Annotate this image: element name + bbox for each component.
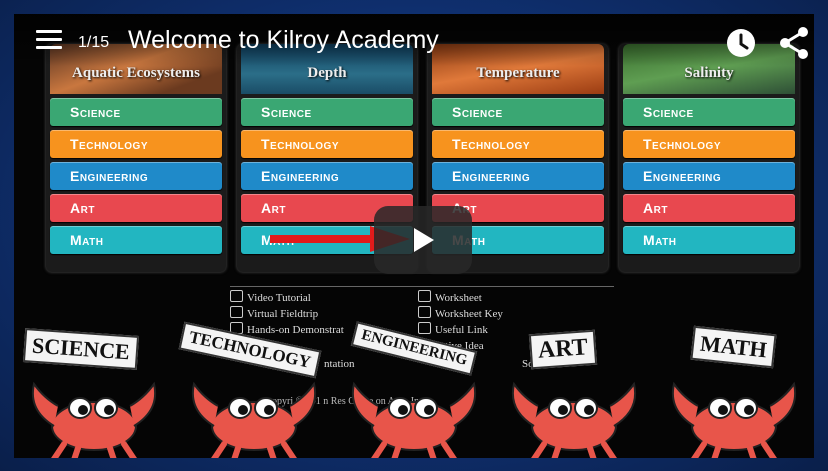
play-icon	[414, 228, 434, 252]
technology-button[interactable]: Technology	[50, 130, 222, 158]
math-button[interactable]: Math	[50, 226, 222, 254]
player-top-bar: 1/15 Welcome to Kilroy Academy	[14, 14, 814, 66]
link-icon	[418, 322, 431, 334]
binoculars-icon	[230, 306, 243, 318]
share-icon[interactable]	[778, 26, 810, 60]
math-button[interactable]: Math	[623, 226, 795, 254]
engineering-button[interactable]: Engineering	[241, 162, 413, 190]
technology-button[interactable]: Technology	[432, 130, 604, 158]
playlist-menu-icon[interactable]	[36, 30, 62, 50]
video-camera-icon	[230, 290, 243, 302]
science-button[interactable]: Science	[432, 98, 604, 126]
worksheet-key-icon	[418, 306, 431, 318]
legend-worksheet-key: Worksheet Key	[418, 306, 503, 320]
engineering-button[interactable]: Engineering	[623, 162, 795, 190]
worksheet-icon	[418, 290, 431, 302]
topic-column-salinity: Salinity Science Technology Engineering …	[619, 44, 799, 272]
science-button[interactable]: Science	[241, 98, 413, 126]
topic-column-aquatic-ecosystems: Aquatic Ecosystems Science Technology En…	[46, 44, 226, 272]
watch-later-clock-icon[interactable]	[726, 28, 756, 58]
engineering-button[interactable]: Engineering	[50, 162, 222, 190]
legend-divider	[230, 286, 614, 287]
legend-worksheet: Worksheet	[418, 290, 482, 304]
science-button[interactable]: Science	[50, 98, 222, 126]
playlist-counter: 1/15	[78, 34, 110, 51]
art-button[interactable]: Art	[50, 194, 222, 222]
science-button[interactable]: Science	[623, 98, 795, 126]
art-button[interactable]: Art	[623, 194, 795, 222]
play-button[interactable]	[374, 206, 472, 274]
engineering-button[interactable]: Engineering	[432, 162, 604, 190]
video-player[interactable]: 1/15 Welcome to Kilroy Academy Aquatic E…	[14, 14, 814, 458]
technology-button[interactable]: Technology	[623, 130, 795, 158]
legend-virtual-fieldtrip: Virtual Fieldtrip	[230, 306, 318, 320]
video-title[interactable]: Welcome to Kilroy Academy	[128, 26, 439, 55]
legend-video-tutorial: Video Tutorial	[230, 290, 311, 304]
art-sign: ART	[528, 329, 597, 370]
technology-button[interactable]: Technology	[241, 130, 413, 158]
